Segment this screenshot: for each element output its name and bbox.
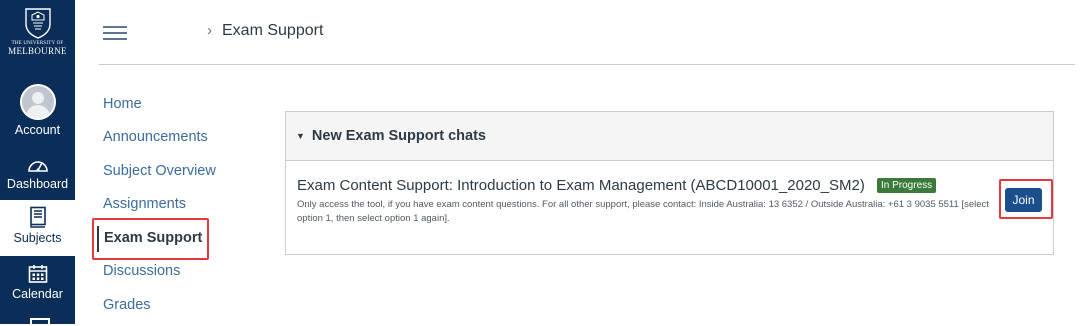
speedometer-icon: [27, 161, 48, 172]
chat-description: Only access the tool, if you have exam c…: [297, 199, 989, 224]
subject-nav-assignments[interactable]: Assignments: [103, 196, 186, 212]
subject-nav-subject-overview[interactable]: Subject Overview: [103, 163, 216, 179]
calendar-icon: [28, 265, 47, 283]
hamburger-icon[interactable]: [103, 26, 127, 40]
global-nav-dashboard[interactable]: Dashboard: [0, 150, 75, 202]
global-nav-more-icon[interactable]: [30, 318, 50, 326]
global-nav-dashboard-label: Dashboard: [6, 177, 69, 191]
book-icon: [29, 206, 46, 228]
global-nav-calendar[interactable]: Calendar: [0, 258, 75, 316]
breadcrumb: Exam Support: [222, 22, 324, 39]
highlight-box-join: [999, 179, 1053, 219]
chat-title: Exam Content Support: Introduction to Ex…: [297, 177, 865, 194]
user-avatar-icon: [19, 84, 56, 120]
global-nav-subjects-label: Subjects: [13, 231, 62, 245]
logo-text-large: MELBOURNE: [8, 46, 67, 56]
caret-down-icon: ▼: [296, 131, 305, 141]
header-divider: [99, 64, 1075, 65]
chat-list-item: Exam Content Support: Introduction to Ex…: [286, 161, 1053, 237]
global-nav-subjects[interactable]: Subjects: [0, 200, 75, 256]
panel-header-toggle[interactable]: ▼ New Exam Support chats: [286, 112, 1053, 161]
global-nav-calendar-label: Calendar: [12, 287, 63, 301]
panel-title: New Exam Support chats: [311, 128, 486, 144]
global-nav: THE UNIVERSITY OF MELBOURNE Account Dash…: [0, 0, 75, 326]
exam-support-panel: ▼ New Exam Support chats Exam Content Su…: [285, 111, 1054, 255]
crest-icon: [24, 8, 51, 39]
university-logo[interactable]: THE UNIVERSITY OF MELBOURNE: [0, 0, 75, 74]
highlight-box-exam-support: [92, 218, 209, 260]
subject-nav-announcements[interactable]: Announcements: [103, 129, 208, 145]
global-nav-account[interactable]: Account: [0, 80, 75, 144]
breadcrumb-separator-icon: ›: [207, 22, 212, 39]
status-badge: In Progress: [877, 178, 937, 193]
subject-nav-discussions[interactable]: Discussions: [103, 263, 180, 279]
global-nav-account-label: Account: [14, 123, 61, 137]
subject-nav-home[interactable]: Home: [103, 96, 142, 112]
subject-nav-grades[interactable]: Grades: [103, 297, 151, 313]
